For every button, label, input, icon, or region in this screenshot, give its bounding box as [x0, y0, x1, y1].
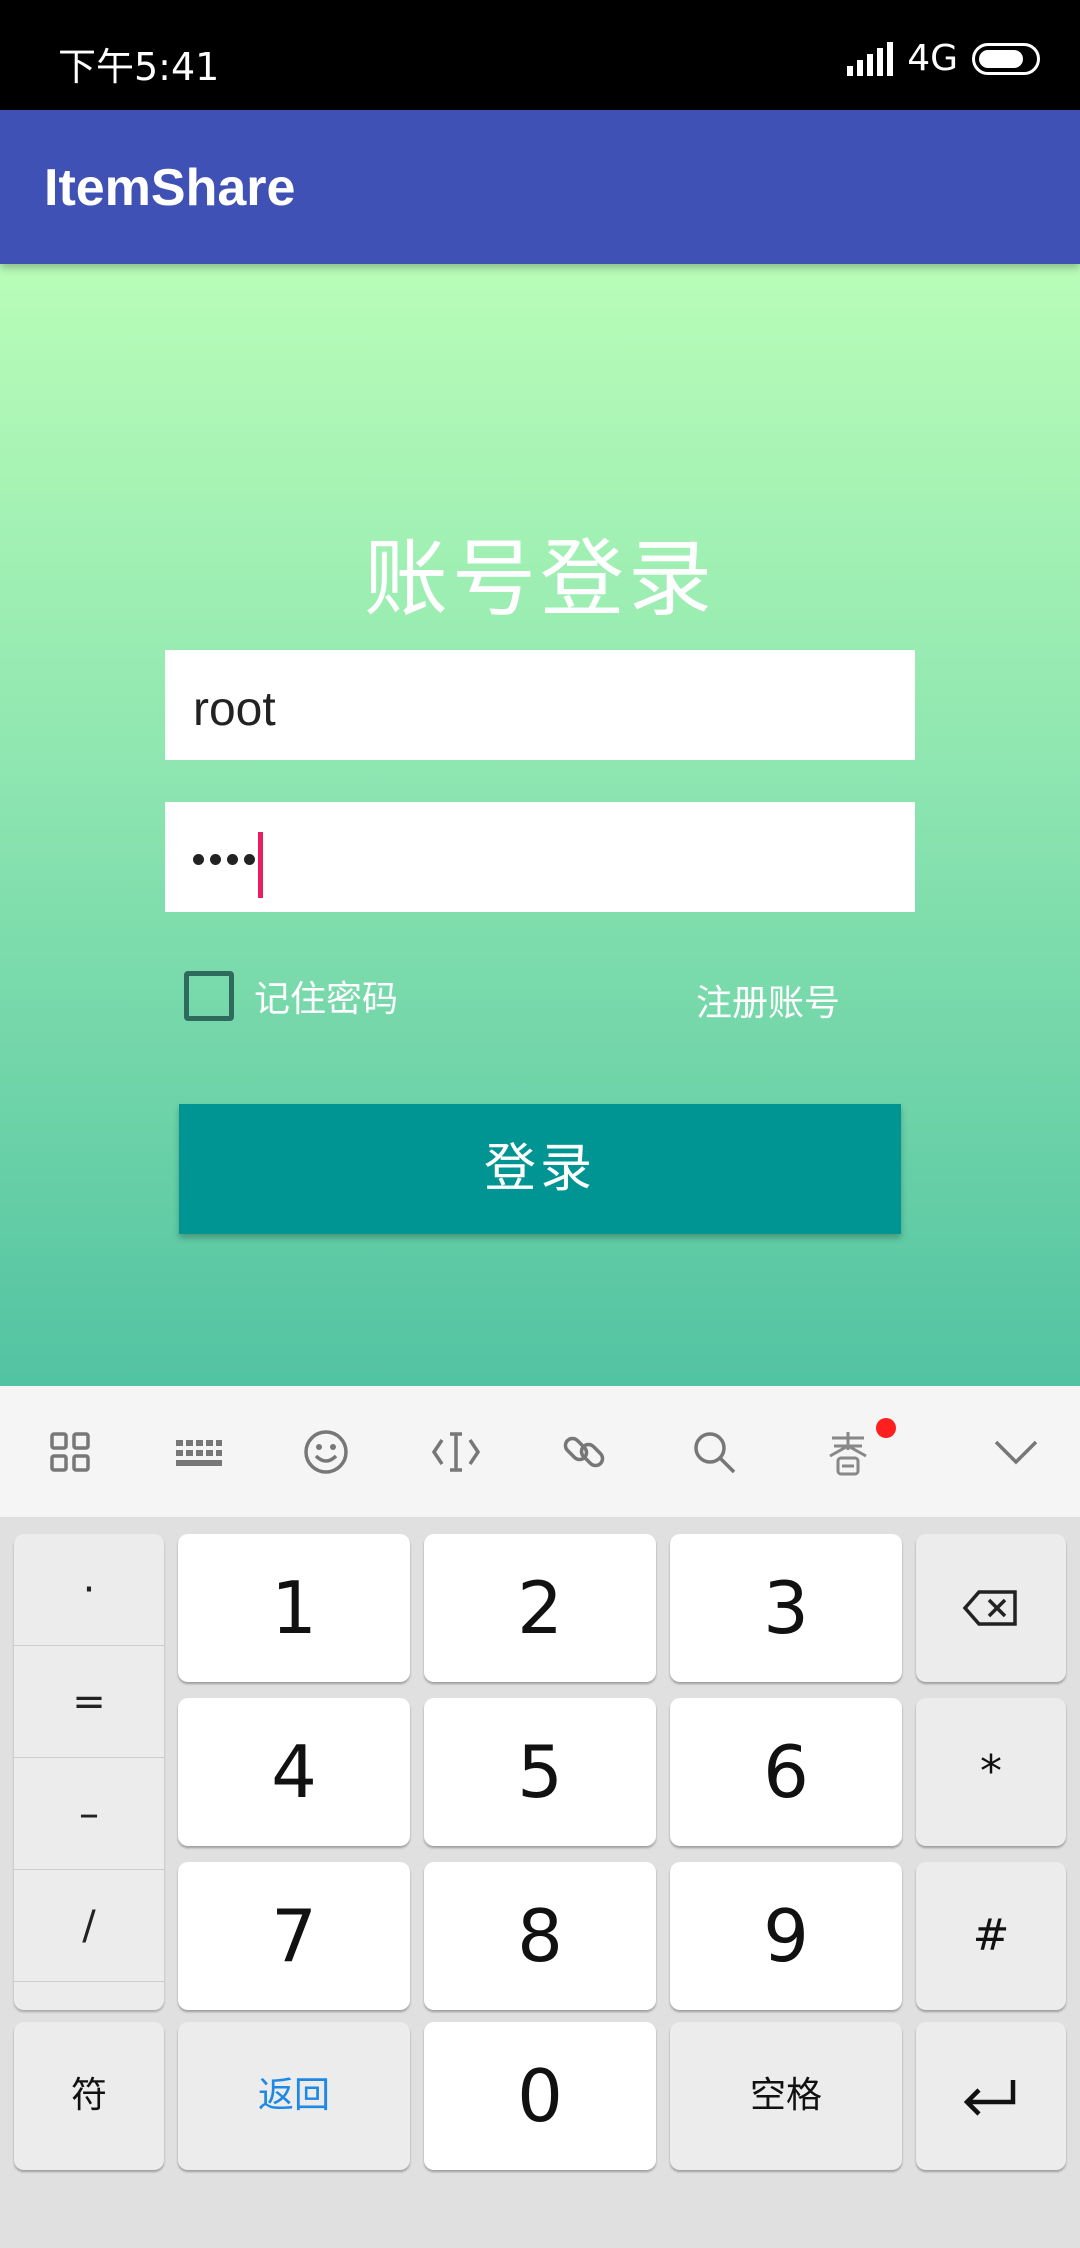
- remember-checkbox[interactable]: [184, 971, 234, 1021]
- key-4[interactable]: 4: [178, 1698, 410, 1846]
- key-0[interactable]: 0: [424, 2022, 656, 2170]
- username-value: root: [193, 683, 276, 736]
- cursor-icon[interactable]: [428, 1424, 484, 1480]
- key-dot[interactable]: ·: [14, 1534, 164, 1646]
- keyboard-toolbar: [0, 1386, 1080, 1518]
- notification-dot: [876, 1418, 896, 1438]
- numeric-keyboard: · = – / 1 2 3 4 5 6 * 7 8 9 # 符 返回 0 空格: [0, 1518, 1080, 2248]
- symbol-column: · = – /: [14, 1534, 164, 2010]
- enter-key[interactable]: [916, 2022, 1066, 2170]
- status-time: 下午5:41: [58, 45, 220, 89]
- key-equals[interactable]: =: [14, 1646, 164, 1758]
- key-2[interactable]: 2: [424, 1534, 656, 1682]
- chevron-down-icon[interactable]: [988, 1424, 1044, 1480]
- space-key[interactable]: 空格: [670, 2022, 902, 2170]
- app-bar: ItemShare: [0, 110, 1080, 264]
- password-mask: [193, 854, 255, 865]
- network-label: 4G: [907, 38, 958, 79]
- emoji-icon[interactable]: [298, 1424, 354, 1480]
- status-bar: 下午5:41 4G: [0, 0, 1080, 110]
- signal-icon: [847, 41, 894, 76]
- back-key[interactable]: 返回: [178, 2022, 410, 2170]
- festival-icon[interactable]: [820, 1424, 876, 1480]
- battery-icon: [972, 42, 1040, 75]
- register-link[interactable]: 注册账号: [696, 974, 840, 1026]
- remember-password[interactable]: 记住密码: [184, 970, 398, 1022]
- password-input[interactable]: [165, 802, 915, 912]
- key-slash[interactable]: /: [14, 1870, 164, 1982]
- grid-icon[interactable]: [42, 1424, 98, 1480]
- remember-label: 记住密码: [254, 979, 399, 1020]
- key-1[interactable]: 1: [178, 1534, 410, 1682]
- app-title: ItemShare: [44, 159, 296, 217]
- text-cursor: [258, 832, 263, 898]
- login-button[interactable]: 登录: [179, 1104, 901, 1234]
- key-star[interactable]: *: [916, 1698, 1066, 1846]
- key-9[interactable]: 9: [670, 1862, 902, 2010]
- username-input[interactable]: root: [165, 650, 915, 760]
- symbols-key[interactable]: 符: [14, 2022, 164, 2170]
- key-hash[interactable]: #: [916, 1862, 1066, 2010]
- login-screen: 账号登录 root 记住密码 注册账号 登录: [0, 264, 1080, 1386]
- backspace-key[interactable]: [916, 1534, 1066, 1682]
- key-8[interactable]: 8: [424, 1862, 656, 2010]
- backspace-icon: [962, 1590, 1017, 1626]
- keyboard-icon[interactable]: [170, 1424, 226, 1480]
- key-3[interactable]: 3: [670, 1534, 902, 1682]
- key-7[interactable]: 7: [178, 1862, 410, 2010]
- search-icon[interactable]: [686, 1424, 742, 1480]
- link-icon[interactable]: [556, 1424, 612, 1480]
- key-5[interactable]: 5: [424, 1698, 656, 1846]
- status-icons: 4G: [847, 38, 1040, 79]
- enter-icon: [963, 2080, 1016, 2116]
- login-heading: 账号登录: [363, 530, 716, 628]
- key-minus[interactable]: –: [14, 1758, 164, 1870]
- key-6[interactable]: 6: [670, 1698, 902, 1846]
